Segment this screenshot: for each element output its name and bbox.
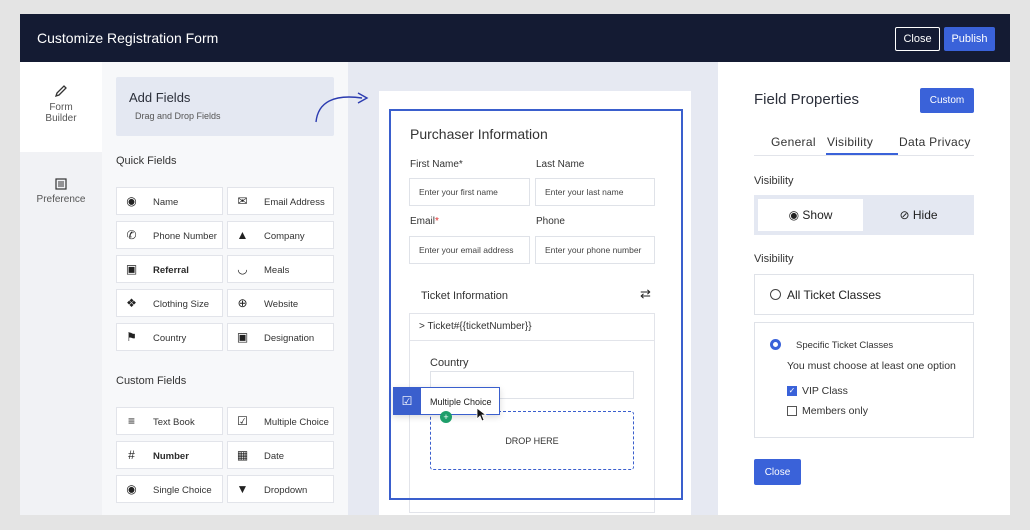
page-title: Customize Registration Form	[37, 30, 219, 46]
user-circle-icon: ◉	[126, 194, 137, 208]
field-label: Referral	[153, 265, 189, 276]
hide-label: Hide	[912, 208, 938, 222]
nav-form-builder-label: Form	[49, 102, 73, 113]
field-label: Designation	[264, 333, 315, 344]
dropdown-icon: ▼	[236, 482, 249, 496]
field-label: Dropdown	[264, 485, 308, 496]
vip-checkbox[interactable]: ✓	[787, 386, 797, 396]
field-name[interactable]: ◉ Name	[116, 187, 223, 215]
add-fields-subtitle: Drag and Drop Fields	[135, 111, 221, 121]
field-label: Date	[264, 451, 285, 462]
checkbox-icon: ☑	[237, 414, 248, 428]
radio-off[interactable]	[770, 289, 781, 300]
add-fields-title: Add Fields	[129, 90, 191, 105]
add-fields-header: Add Fields Drag and Drop Fields	[116, 77, 334, 136]
field-country[interactable]: ⚑ Country	[116, 323, 223, 351]
members-label: Members only	[802, 405, 868, 417]
nav-form-builder[interactable]: Form Builder	[20, 62, 102, 152]
field-properties-title: Field Properties	[754, 91, 860, 108]
radio-icon: ◉	[126, 482, 137, 496]
phone-icon: ✆	[126, 228, 137, 242]
tab-active-indicator	[826, 153, 898, 155]
show-label: Show	[802, 208, 833, 222]
quick-fields-label: Quick Fields	[116, 155, 177, 167]
field-label: Number	[153, 451, 189, 462]
referral-icon: ▣	[125, 262, 138, 276]
visibility-label: Visibility	[754, 175, 794, 187]
flag-icon: ⚑	[126, 330, 137, 344]
id-badge-icon: ▣	[236, 330, 249, 344]
specific-classes-label: Specific Ticket Classes	[796, 340, 894, 351]
eye-off-icon: ⊘	[899, 208, 910, 222]
must-choose-text: You must choose at least one option	[787, 360, 956, 372]
tab-visibility[interactable]: Visibility	[827, 135, 873, 149]
field-properties-panel: Field Properties Custom General Visibili…	[718, 62, 1010, 515]
all-ticket-classes-option[interactable]: All Ticket Classes	[754, 274, 974, 315]
field-email-address[interactable]: ✉ Email Address	[227, 187, 334, 215]
custom-fields-label: Custom Fields	[116, 375, 187, 387]
members-checkbox[interactable]	[787, 406, 797, 416]
field-label: Phone Number	[153, 231, 217, 242]
app-window: Customize Registration Form Close Publis…	[20, 14, 1010, 515]
close-button[interactable]: Close	[895, 27, 940, 51]
field-website[interactable]: ⊕ Website	[227, 289, 334, 317]
hash-icon: #	[128, 448, 135, 462]
form-selection-border	[389, 109, 683, 500]
text-icon: ≡	[127, 414, 135, 428]
nav-form-builder-label-2: Builder	[45, 113, 77, 124]
specific-ticket-classes-option[interactable]: Specific Ticket Classes You must choose …	[754, 322, 974, 438]
field-designation[interactable]: ▣ Designation	[227, 323, 334, 351]
all-classes-label: All Ticket Classes	[787, 288, 882, 302]
visibility-toggle: ◉ Show ⊘ Hide	[754, 195, 974, 235]
close-button[interactable]: Close	[754, 459, 801, 485]
left-nav: Form Builder Preference	[20, 62, 102, 515]
pencil-icon	[54, 85, 67, 98]
calendar-icon: ▦	[236, 448, 249, 462]
eye-icon: ◉	[788, 208, 800, 222]
field-phone-number[interactable]: ✆ Phone Number	[116, 221, 223, 249]
nav-preference-label: Preference	[36, 194, 86, 205]
field-label: Single Choice	[153, 485, 212, 496]
mail-icon: ✉	[237, 194, 248, 208]
bowl-icon: ◡	[237, 262, 248, 276]
tab-divider	[754, 155, 974, 156]
tag-icon: ❖	[126, 296, 137, 310]
custom-button[interactable]: Custom	[920, 88, 974, 113]
field-single-choice[interactable]: ◉ Single Choice	[116, 475, 223, 503]
radio-on[interactable]	[770, 339, 781, 350]
vip-label: VIP Class	[802, 385, 848, 397]
visibility-label-2: Visibility	[754, 253, 794, 265]
show-option[interactable]: ◉ Show	[758, 199, 863, 231]
field-multiple-choice[interactable]: ☑ Multiple Choice	[227, 407, 334, 435]
list-icon	[55, 178, 67, 190]
publish-button[interactable]: Publish	[944, 27, 995, 51]
drag-hint-arrow-icon	[315, 92, 369, 123]
field-label: Name	[153, 197, 179, 208]
fields-panel: Add Fields Drag and Drop Fields Quick Fi…	[102, 62, 348, 515]
tab-data-privacy[interactable]: Data Privacy	[899, 135, 971, 149]
header-bar: Customize Registration Form Close Publis…	[20, 14, 1010, 62]
globe-icon: ⊕	[237, 296, 248, 310]
field-clothing-size[interactable]: ❖ Clothing Size	[116, 289, 223, 317]
tab-general[interactable]: General	[771, 135, 816, 149]
field-referral[interactable]: ▣ Referral	[116, 255, 223, 283]
hide-option[interactable]: ⊘ Hide	[866, 199, 971, 231]
field-label: Meals	[264, 265, 290, 276]
field-date[interactable]: ▦ Date	[227, 441, 334, 469]
field-text-book[interactable]: ≡ Text Book	[116, 407, 223, 435]
field-label: Text Book	[153, 417, 195, 428]
field-label: Clothing Size	[153, 299, 209, 310]
field-company[interactable]: ▲ Company	[227, 221, 334, 249]
field-label: Country	[153, 333, 187, 344]
field-label: Company	[264, 231, 305, 242]
field-number[interactable]: # Number	[116, 441, 223, 469]
field-meals[interactable]: ◡ Meals	[227, 255, 334, 283]
briefcase-icon: ▲	[236, 228, 249, 242]
field-dropdown[interactable]: ▼ Dropdown	[227, 475, 334, 503]
nav-preference[interactable]: Preference	[20, 178, 102, 218]
field-label: Website	[264, 299, 299, 310]
field-label: Email Address	[264, 197, 325, 208]
field-label: Multiple Choice	[264, 417, 329, 428]
